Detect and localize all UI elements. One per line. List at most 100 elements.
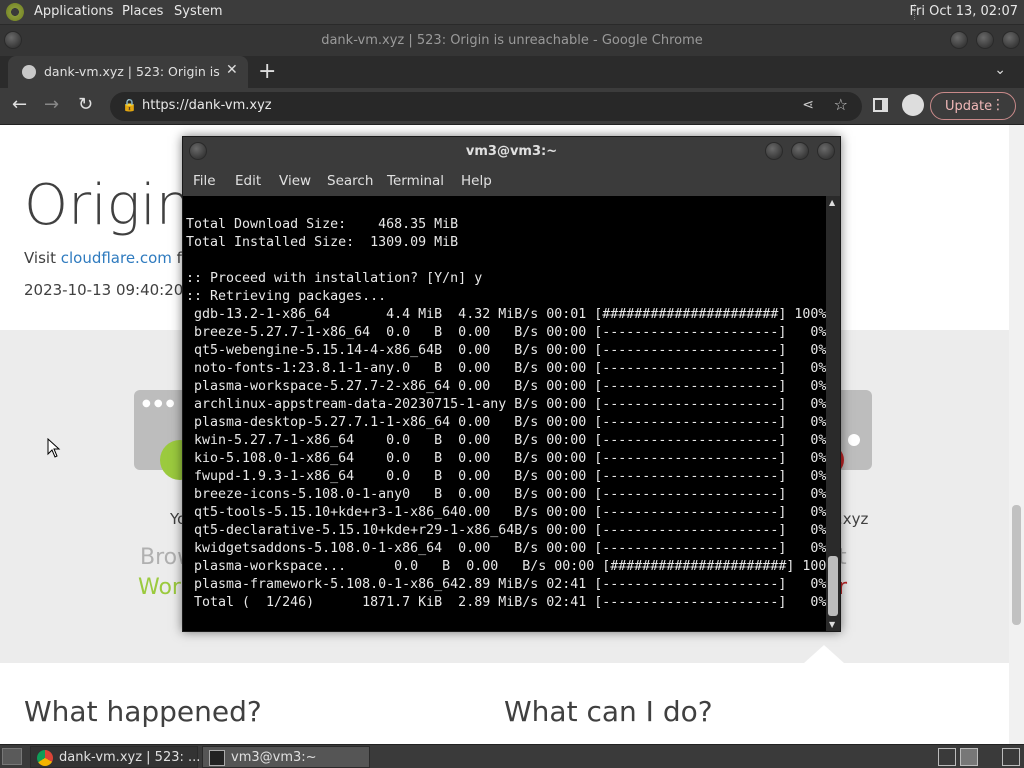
terminal-icon (209, 750, 225, 766)
url-text[interactable]: https://dank-vm.xyz (142, 98, 272, 113)
share-icon[interactable]: ⋖ (802, 97, 814, 113)
tab-active[interactable]: dank-vm.xyz | 523: Origin is unr ✕ (8, 56, 248, 88)
visit-prefix: Visit (24, 249, 61, 267)
terminal-line: :: Proceed with installation? [Y/n] y (186, 271, 483, 286)
error-heading: Origin (24, 173, 192, 238)
update-button[interactable]: Update ⋮ (930, 92, 1016, 120)
mouse-cursor-icon (47, 438, 61, 458)
workspace-2[interactable] (960, 748, 978, 766)
close-tab-icon[interactable]: ✕ (226, 62, 238, 78)
reload-icon[interactable]: ↻ (78, 94, 93, 115)
terminal-maximize-icon[interactable] (791, 142, 809, 160)
profile-avatar-icon[interactable] (902, 94, 924, 116)
terminal-line: kio-5.108.0-1-x86_64 0.0 B 0.00 B/s 00:0… (186, 451, 826, 466)
workspace-3[interactable] (1002, 748, 1020, 766)
toolbar: ← → ↻ 🔒 https://dank-vm.xyz ⋖ ☆ Update ⋮ (0, 88, 1024, 125)
terminal-line: gdb-13.2-1-x86_64 4.4 MiB 4.32 MiB/s 00:… (186, 307, 826, 322)
update-label: Update (945, 99, 993, 114)
scroll-down-icon[interactable]: ▼ (829, 620, 835, 629)
terminal-line: Total ( 1/246) 1871.7 KiB 2.89 MiB/s 02:… (186, 595, 826, 610)
browser-dots-icon: ● ● ● (142, 398, 175, 409)
close-window-icon[interactable] (1002, 31, 1020, 49)
taskbar-item-terminal[interactable]: vm3@vm3:~ (202, 746, 370, 768)
terminal-line: kwin-5.27.7-1-x86_64 0.0 B 0.00 B/s 00:0… (186, 433, 826, 448)
kebab-menu-icon[interactable]: ⋮ (991, 97, 1005, 113)
timestamp: 2023-10-13 09:40:20 U (24, 281, 200, 299)
side-panel-icon[interactable] (873, 98, 888, 112)
section-pointer (804, 645, 844, 663)
taskbar-label-chrome: dank-vm.xyz | 523: ... (59, 750, 201, 765)
menu-terminal[interactable]: Terminal (387, 173, 444, 189)
menu-view[interactable]: View (279, 173, 311, 189)
terminal-line: plasma-desktop-5.27.7.1-1-x86_64 0.00 B/… (186, 415, 826, 430)
menu-search[interactable]: Search (327, 173, 373, 189)
forward-arrow-icon[interactable]: → (44, 94, 59, 115)
back-arrow-icon[interactable]: ← (12, 94, 27, 115)
terminal-output[interactable]: Total Download Size: 468.35 MiB Total Ins… (183, 196, 826, 631)
browser-status: Wor (138, 575, 181, 600)
new-tab-icon[interactable]: + (258, 59, 276, 84)
terminal-line: breeze-icons-5.108.0-1-any0 B 0.00 B/s 0… (186, 487, 826, 502)
top-panel: Applications Places System Fri Oct 13, 0… (0, 0, 1024, 25)
terminal-line: qt5-webengine-5.15.14-4-x86_64B 0.00 B/s… (186, 343, 826, 358)
chrome-titlebar[interactable]: dank-vm.xyz | 523: Origin is unreachable… (0, 25, 1024, 56)
menu-help[interactable]: Help (461, 173, 492, 189)
cloudflare-link[interactable]: cloudflare.com (61, 249, 172, 267)
terminal-window[interactable]: vm3@vm3:~ File Edit View Search Terminal… (182, 136, 841, 632)
terminal-line: fwupd-1.9.3-1-x86_64 0.0 B 0.00 B/s 00:0… (186, 469, 826, 484)
clock[interactable]: Fri Oct 13, 02:07 (909, 4, 1018, 19)
minimize-icon[interactable] (950, 31, 968, 49)
address-bar[interactable]: 🔒 https://dank-vm.xyz ⋖ ☆ (110, 92, 862, 121)
chevron-down-icon[interactable]: ⌄ (994, 62, 1006, 78)
places-menu[interactable]: Places (122, 4, 163, 19)
bookmark-star-icon[interactable]: ☆ (834, 95, 848, 114)
terminal-titlebar[interactable]: vm3@vm3:~ (183, 137, 840, 167)
maximize-icon[interactable] (976, 31, 994, 49)
window-menu-icon[interactable] (4, 31, 22, 49)
taskbar-item-chrome[interactable]: dank-vm.xyz | 523: ... (30, 746, 201, 768)
menu-edit[interactable]: Edit (235, 173, 261, 189)
terminal-line: archlinux-appstream-data-20230715-1-any … (186, 397, 826, 412)
applications-menu[interactable]: Applications (34, 4, 113, 19)
terminal-minimize-icon[interactable] (765, 142, 783, 160)
terminal-line: plasma-framework-5.108.0-1-x86_642.89 Mi… (186, 577, 826, 592)
chrome-icon (37, 750, 53, 766)
terminal-menubar: File Edit View Search Terminal Help (183, 167, 840, 196)
page-scrollbar-thumb[interactable] (1012, 505, 1021, 625)
host-hole-icon (848, 434, 860, 446)
window-title: dank-vm.xyz | 523: Origin is unreachable… (321, 33, 703, 48)
terminal-line: plasma-workspace... 0.0 B 0.00 B/s 00:00… (186, 559, 826, 574)
menu-file[interactable]: File (193, 173, 216, 189)
lock-icon[interactable]: 🔒 (122, 98, 137, 112)
what-can-i-do-heading: What can I do? (504, 695, 713, 728)
terminal-line: plasma-workspace-5.27.7-2-x86_64 0.00 B/… (186, 379, 826, 394)
scroll-up-icon[interactable]: ▲ (829, 198, 835, 207)
show-desktop-icon[interactable] (2, 748, 22, 765)
terminal-title: vm3@vm3:~ (465, 144, 558, 159)
terminal-line: :: Retrieving packages... (186, 289, 387, 304)
what-happened-heading: What happened? (24, 695, 262, 728)
visit-line: Visit cloudflare.com fo (24, 249, 191, 267)
page-scrollbar[interactable] (1009, 125, 1024, 744)
taskbar-label-terminal: vm3@vm3:~ (231, 750, 317, 765)
tab-title: dank-vm.xyz | 523: Origin is unr (44, 64, 220, 79)
terminal-line: qt5-declarative-5.15.10+kde+r29-1-x86_64… (186, 523, 826, 538)
taskbar: dank-vm.xyz | 523: ... vm3@vm3:~ (0, 744, 1024, 768)
terminal-window-menu-icon[interactable] (189, 142, 207, 160)
globe-icon (22, 65, 36, 79)
terminal-line: Total Installed Size: 1309.09 MiB (186, 235, 459, 250)
tab-strip: dank-vm.xyz | 523: Origin is unr ✕ + ⌄ (0, 56, 1024, 88)
host-label: .xyz (838, 510, 869, 528)
terminal-line: qt5-tools-5.15.10+kde+r3-1-x86_640.00 B/… (186, 505, 826, 520)
terminal-scrollbar[interactable]: ▲ ▼ (826, 196, 840, 631)
terminal-line: Total Download Size: 468.35 MiB (186, 217, 459, 232)
distro-logo-icon[interactable] (6, 3, 24, 21)
terminal-line: noto-fonts-1:23.8.1-1-any.0 B 0.00 B/s 0… (186, 361, 826, 376)
terminal-close-icon[interactable] (817, 142, 835, 160)
workspace-1[interactable] (938, 748, 956, 766)
system-menu[interactable]: System (174, 4, 222, 19)
terminal-line: kwidgetsaddons-5.108.0-1-x86_64 0.00 B/s… (186, 541, 826, 556)
terminal-scrollbar-thumb[interactable] (828, 556, 838, 616)
terminal-line: breeze-5.27.7-1-x86_64 0.0 B 0.00 B/s 00… (186, 325, 826, 340)
